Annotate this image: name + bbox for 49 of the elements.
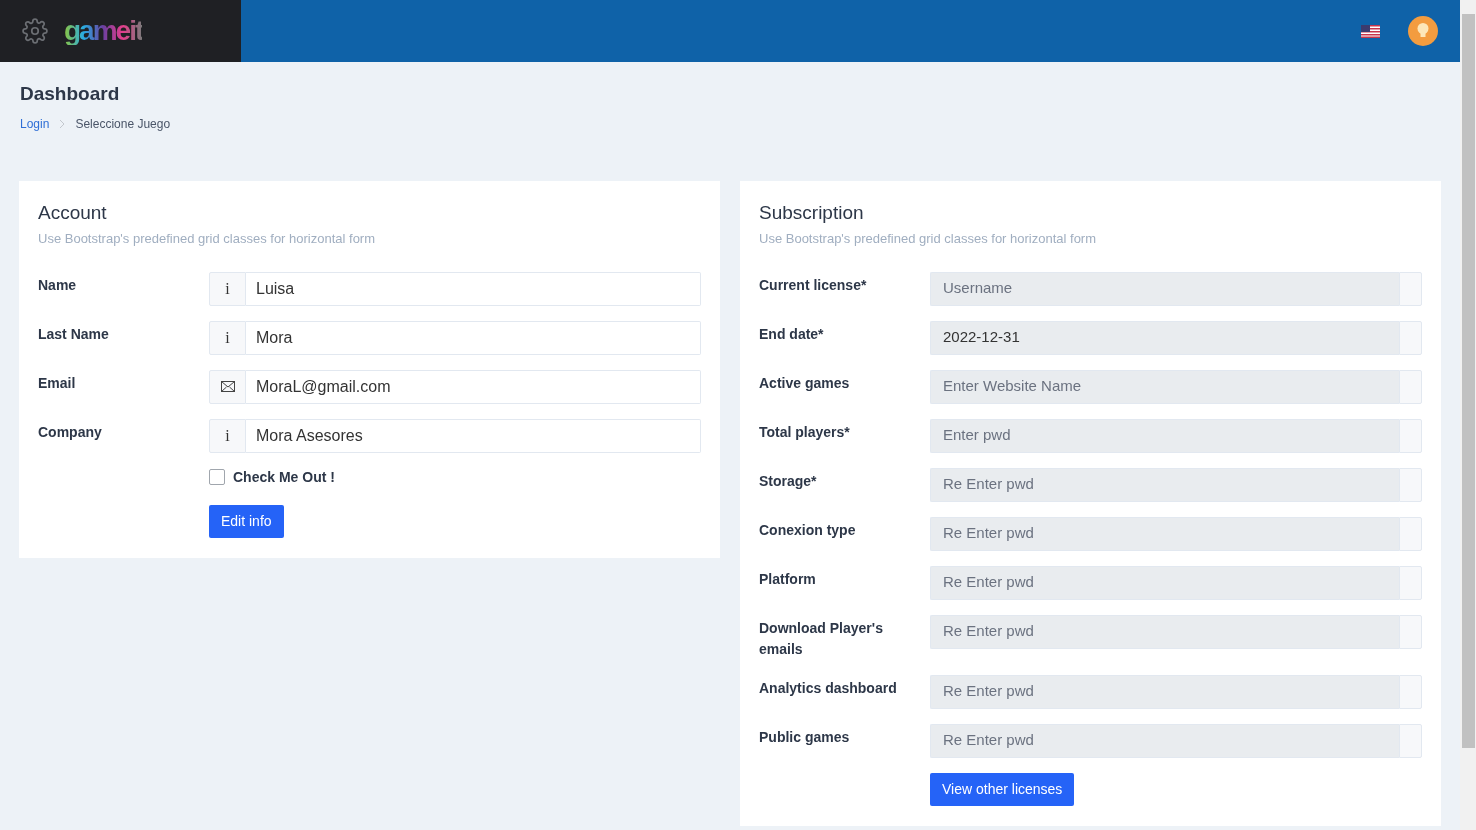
input-addon bbox=[1399, 320, 1422, 355]
avatar-lightbulb-icon[interactable] bbox=[1408, 16, 1438, 46]
input-addon bbox=[1399, 674, 1422, 709]
field-label: Total players* bbox=[759, 422, 851, 442]
input-addon bbox=[1399, 516, 1422, 551]
settings-icon[interactable] bbox=[22, 18, 48, 44]
field-label: Last Name bbox=[38, 324, 110, 344]
input-addon bbox=[1399, 565, 1422, 600]
checkbox-label: Check Me Out ! bbox=[233, 467, 335, 487]
info-addon: i bbox=[209, 418, 246, 453]
field-label: Analytics dashboard bbox=[759, 678, 898, 698]
field-label: Company bbox=[38, 422, 103, 442]
text-field[interactable]: Mora Asesores bbox=[246, 418, 701, 453]
input-addon bbox=[1399, 614, 1422, 649]
text-field[interactable]: Mora bbox=[246, 320, 701, 355]
checkbox[interactable] bbox=[209, 469, 225, 485]
scrollbar[interactable] bbox=[1460, 0, 1476, 830]
field-label: Platform bbox=[759, 569, 817, 589]
input-addon bbox=[1399, 369, 1422, 404]
field-label: Storage* bbox=[759, 471, 818, 491]
field-label: Active games bbox=[759, 373, 851, 393]
breadcrumb-item: Seleccione Juego bbox=[75, 115, 171, 133]
input-addon bbox=[1399, 271, 1422, 306]
chevron-right-icon bbox=[59, 118, 66, 129]
text-field[interactable]: MoraL@gmail.com bbox=[246, 369, 701, 404]
text-field[interactable]: Luisa bbox=[246, 271, 701, 306]
card-subtitle: Use Bootstrap's predefined grid classes for horizontal form bbox=[38, 230, 377, 248]
field-label: Current license* bbox=[759, 275, 868, 295]
card-subtitle: Use Bootstrap's predefined grid classes for horizontal form bbox=[759, 230, 1098, 248]
view-licenses-button[interactable]: View other licenses bbox=[930, 772, 1075, 806]
field-label: Conexion type bbox=[759, 520, 857, 540]
field-label: End date* bbox=[759, 324, 825, 344]
input-addon bbox=[1399, 723, 1422, 758]
card-title: Account bbox=[38, 200, 108, 225]
info-addon: i bbox=[209, 320, 246, 355]
input-addon bbox=[1399, 418, 1422, 453]
field-label: Email bbox=[38, 373, 77, 393]
edit-info-button[interactable]: Edit info bbox=[209, 504, 284, 538]
field-label: Name bbox=[38, 275, 78, 295]
info-addon: i bbox=[209, 271, 246, 306]
page-title: Dashboard bbox=[20, 82, 121, 106]
flag-icon[interactable] bbox=[1361, 24, 1380, 38]
field-label: Download Player's emails bbox=[759, 618, 884, 659]
input-addon bbox=[1399, 467, 1422, 502]
logo: gameit bbox=[64, 17, 143, 45]
envelope-icon bbox=[220, 381, 235, 392]
breadcrumb-link[interactable]: Login bbox=[20, 114, 50, 133]
card-title: Subscription bbox=[759, 200, 865, 225]
field-label: Public games bbox=[759, 727, 851, 747]
